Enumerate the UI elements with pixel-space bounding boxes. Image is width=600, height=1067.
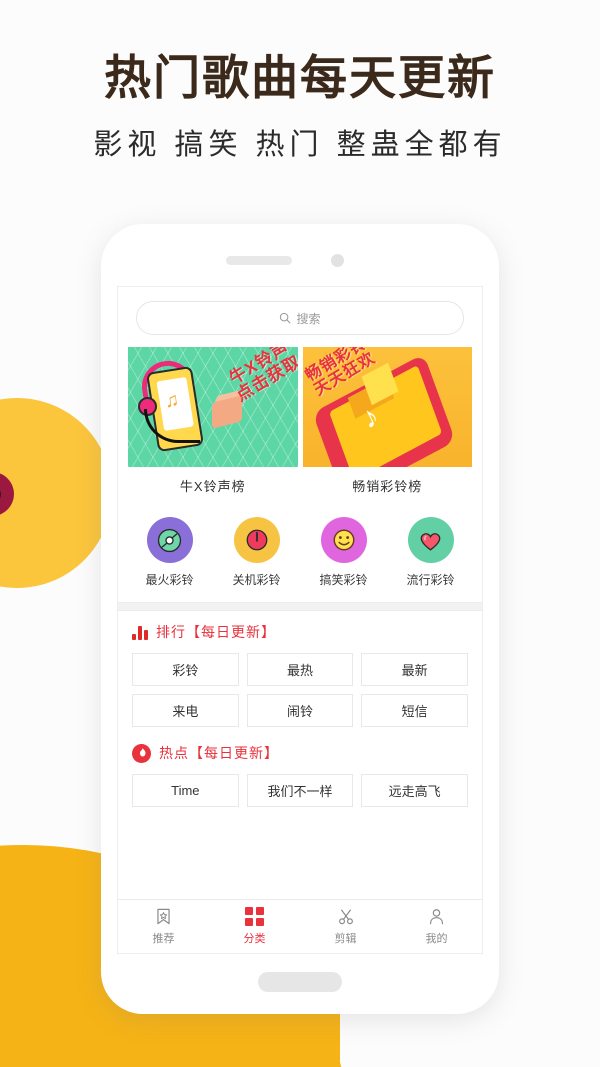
category-label: 最火彩铃	[145, 573, 194, 587]
hotspot-chip[interactable]: 我们不一样	[246, 774, 354, 807]
category-icon-background	[407, 517, 454, 563]
category-icon-background	[146, 517, 193, 563]
tab-label: 分类	[243, 933, 266, 945]
category-icon-background	[320, 517, 367, 563]
ranking-section-header: 排行【每日更新】	[132, 622, 468, 642]
hotspot-chip[interactable]: 远走高飞	[361, 774, 468, 807]
person-icon	[429, 909, 444, 925]
vinyl-disc-decoration	[0, 398, 112, 588]
ranking-chip[interactable]: 彩铃	[132, 653, 239, 686]
banner-row: ♫ 牛X铃声 点击获取 牛X铃声榜 ♪ 畅销彩铃 天天狂欢 畅销彩铃榜	[128, 347, 472, 505]
hotspot-chip-grid: Time 我们不一样 远走高飞	[132, 774, 468, 807]
tab-category[interactable]: 分类	[209, 900, 300, 953]
compass-icon	[157, 528, 182, 552]
tab-edit[interactable]: 剪辑	[300, 900, 391, 953]
search-icon	[280, 312, 291, 324]
ranking-chip[interactable]: 最新	[361, 653, 468, 686]
ranking-chip[interactable]: 来电	[132, 694, 239, 727]
grid-icon	[245, 907, 264, 926]
section-divider	[118, 602, 482, 611]
flame-icon	[132, 743, 151, 763]
banner-caption: 牛X铃声榜	[179, 479, 246, 494]
power-icon	[246, 529, 267, 551]
category-label: 流行彩铃	[406, 573, 455, 587]
phone-home-button[interactable]	[258, 972, 342, 992]
ranking-chip-grid: 彩铃 最热 最新 来电 闹铃 短信	[132, 653, 468, 727]
vinyl-disc-label	[0, 472, 14, 516]
ranking-section: 排行【每日更新】 彩铃 最热 最新 来电 闹铃 短信	[118, 611, 482, 727]
category-icon-background	[233, 517, 280, 563]
flame-glyph-icon	[139, 748, 145, 757]
hotspot-chip[interactable]: Time	[132, 774, 239, 807]
category-item-shutdown[interactable]: 关机彩铃	[213, 517, 300, 588]
hotspot-section-title: 热点【每日更新】	[159, 745, 279, 761]
category-item-funny[interactable]: 搞笑彩铃	[300, 517, 387, 588]
category-row: 最火彩铃 关机彩铃 搞笑彩铃 流行彩铃	[118, 505, 482, 602]
search-input[interactable]: 搜索	[136, 301, 464, 335]
scissors-icon	[338, 909, 353, 925]
banner-caption: 畅销彩铃榜	[352, 479, 423, 494]
tab-label: 我的	[425, 933, 448, 945]
tab-label: 剪辑	[334, 933, 357, 945]
phone-speaker-grille	[226, 256, 292, 265]
banner-artwork-orange: ♪ 畅销彩铃 天天狂欢	[302, 347, 472, 467]
phone-front-camera	[331, 254, 344, 267]
smiley-icon	[333, 529, 354, 551]
phone-mockup: 搜索 ♫ 牛X铃声 点击获取 牛X铃声榜 ♪ 畅销彩铃 天天狂欢 畅销彩铃榜 最…	[101, 224, 499, 1014]
banner-artwork-green: ♫ 牛X铃声 点击获取	[128, 347, 298, 467]
search-area: 搜索	[118, 287, 482, 347]
tab-recommend[interactable]: 推荐	[118, 900, 209, 953]
category-label: 关机彩铃	[232, 573, 281, 587]
ranking-chip[interactable]: 最热	[246, 653, 354, 686]
bar-chart-icon	[132, 625, 148, 640]
ranking-chip[interactable]: 短信	[361, 694, 468, 727]
hotspot-section: 热点【每日更新】 Time 我们不一样 远走高飞	[118, 727, 482, 807]
vinyl-disc-hole	[0, 486, 1, 503]
promo-text-block: 热门歌曲每天更新 影视 搞笑 热门 整蛊全都有	[0, 51, 600, 163]
category-label: 搞笑彩铃	[319, 573, 368, 587]
bookmark-star-icon	[157, 908, 170, 925]
tab-profile[interactable]: 我的	[391, 900, 482, 953]
ranking-section-title: 排行【每日更新】	[156, 624, 276, 640]
promo-headline: 热门歌曲每天更新	[104, 51, 496, 104]
banner-section: ♫ 牛X铃声 点击获取 牛X铃声榜 ♪ 畅销彩铃 天天狂欢 畅销彩铃榜	[118, 347, 482, 505]
ranking-chip[interactable]: 闹铃	[246, 694, 354, 727]
banner-card-ringtone-chart[interactable]: ♫ 牛X铃声 点击获取 牛X铃声榜	[128, 347, 298, 505]
banner-card-crbt-chart[interactable]: ♪ 畅销彩铃 天天狂欢 畅销彩铃榜	[302, 347, 472, 505]
headphone-cord-shape	[144, 409, 200, 443]
bottom-tabbar: 推荐 分类 剪辑 我的	[118, 899, 482, 953]
tab-label: 推荐	[152, 933, 175, 945]
app-screen: 搜索 ♫ 牛X铃声 点击获取 牛X铃声榜 ♪ 畅销彩铃 天天狂欢 畅销彩铃榜 最…	[117, 286, 483, 954]
category-item-popular[interactable]: 流行彩铃	[387, 517, 474, 588]
hotspot-section-header: 热点【每日更新】	[132, 743, 468, 763]
promo-subheadline: 影视 搞笑 热门 整蛊全都有	[93, 128, 507, 161]
heart-icon	[420, 532, 441, 551]
category-item-hottest[interactable]: 最火彩铃	[126, 517, 213, 588]
search-placeholder-text: 搜索	[296, 311, 321, 326]
